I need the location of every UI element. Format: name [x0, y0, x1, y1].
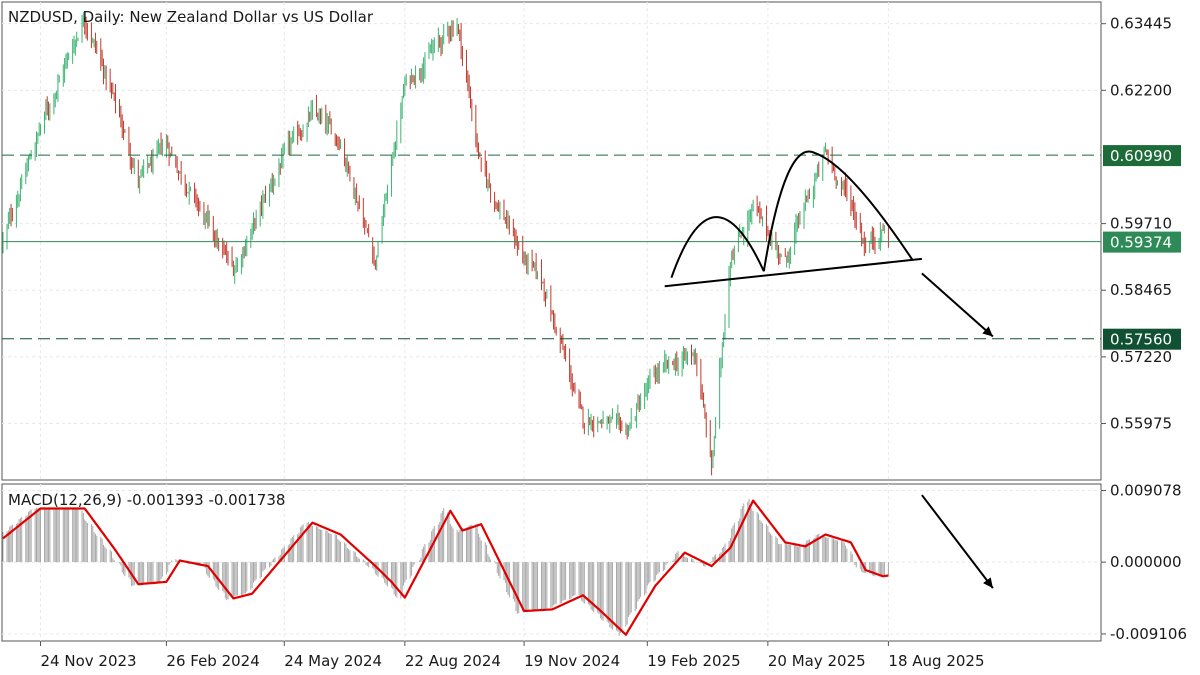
price-tick-label: 0.55975 [1110, 415, 1172, 433]
macd-tick-label: 0.000000 [1110, 553, 1182, 571]
price-tick-label: 0.58465 [1110, 281, 1172, 299]
date-tick-label: 19 Feb 2025 [647, 652, 740, 670]
price-tick-label: 0.57220 [1110, 348, 1172, 366]
price-tick-label: 0.59710 [1110, 215, 1172, 233]
macd-tick-label: 0.009078 [1110, 481, 1182, 499]
date-tick-label: 19 Nov 2024 [524, 652, 620, 670]
resistance-badge-label: 0.60990 [1110, 147, 1172, 165]
date-tick-label: 24 May 2024 [284, 652, 382, 670]
date-tick-label: 18 Aug 2025 [888, 652, 984, 670]
chart-svg: 0.60990 0.59374 0.57560 0.63445 0.62200 0.59… [1, 1, 1187, 670]
date-tick-label: 24 Nov 2023 [41, 652, 137, 670]
chart: 0.60990 0.59374 0.57560 0.63445 0.62200 0.59… [0, 0, 1200, 675]
current-price-badge-label: 0.59374 [1110, 234, 1172, 252]
date-tick-label: 26 Feb 2024 [166, 652, 259, 670]
macd-label: MACD(12,26,9) -0.001393 -0.001738 [8, 491, 285, 509]
price-tick-label: 0.63445 [1110, 15, 1172, 33]
date-tick-label: 22 Aug 2024 [405, 652, 501, 670]
price-tick-label: 0.62200 [1110, 81, 1172, 99]
main-panel [1, 1, 1102, 481]
chart-title: NZDUSD, Daily: New Zealand Dollar vs US … [8, 8, 374, 26]
macd-tick-label: -0.009106 [1110, 625, 1187, 643]
date-tick-label: 20 May 2025 [768, 652, 866, 670]
target-badge-label: 0.57560 [1110, 331, 1172, 349]
